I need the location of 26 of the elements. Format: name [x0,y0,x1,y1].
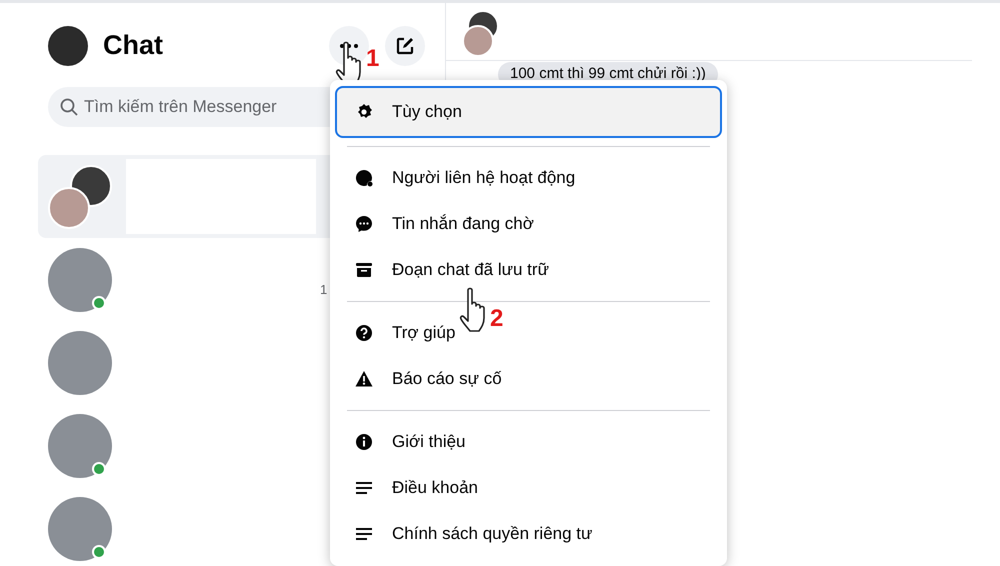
warning-icon [355,370,373,388]
menu-item[interactable]: Người liên hệ hoạt động [335,155,722,201]
group-avatar-placeholder [462,11,498,57]
menu-item[interactable]: Giới thiệu [335,419,722,465]
menu-item[interactable]: Báo cáo sự cố [335,356,722,402]
archive-box-icon [355,261,373,279]
profile-photo-placeholder[interactable] [48,26,88,66]
compose-button[interactable] [385,26,425,66]
menu-item[interactable]: Chính sách quyền riêng tư [335,511,722,557]
search-icon [60,98,78,116]
text-lines-icon [355,479,373,497]
message-time-fragment: 1 [320,281,328,299]
step-number: 2 [490,307,504,331]
menu-item[interactable]: Điều khoản [335,465,722,511]
step-number: 1 [366,47,380,71]
menu-item[interactable]: Tùy chọn [335,86,722,138]
menu-item[interactable]: Tin nhắn đang chờ [335,201,722,247]
chat-bubble-icon [355,215,373,233]
contacts-icon [355,169,373,187]
info-icon [355,433,373,451]
menu-item[interactable]: Đoạn chat đã lưu trữ [335,247,722,293]
compose-icon [396,36,414,54]
help-icon [355,324,373,342]
text-lines-icon [355,525,373,543]
group-avatar-placeholder [48,164,112,228]
page-title: Chat [103,29,164,62]
